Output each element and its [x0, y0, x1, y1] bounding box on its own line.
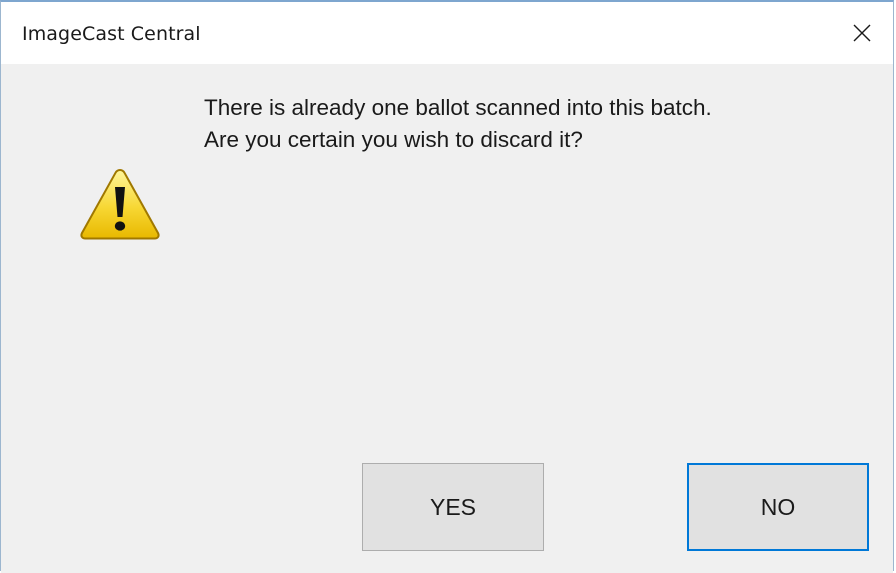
close-button[interactable]: [831, 2, 893, 64]
message-line-1: There is already one ballot scanned into…: [204, 95, 712, 120]
message-text: There is already one ballot scanned into…: [204, 92, 712, 156]
no-button[interactable]: NO: [687, 463, 869, 551]
close-icon: [853, 24, 871, 42]
title-bar[interactable]: ImageCast Central: [1, 2, 893, 64]
yes-button[interactable]: YES: [362, 463, 544, 551]
warning-icon: [80, 168, 160, 240]
window-title: ImageCast Central: [22, 23, 201, 45]
message-line-2: Are you certain you wish to discard it?: [204, 127, 583, 152]
dialog-content: There is already one ballot scanned into…: [1, 64, 893, 573]
message-dialog: ImageCast Central There is already one b…: [0, 0, 894, 573]
